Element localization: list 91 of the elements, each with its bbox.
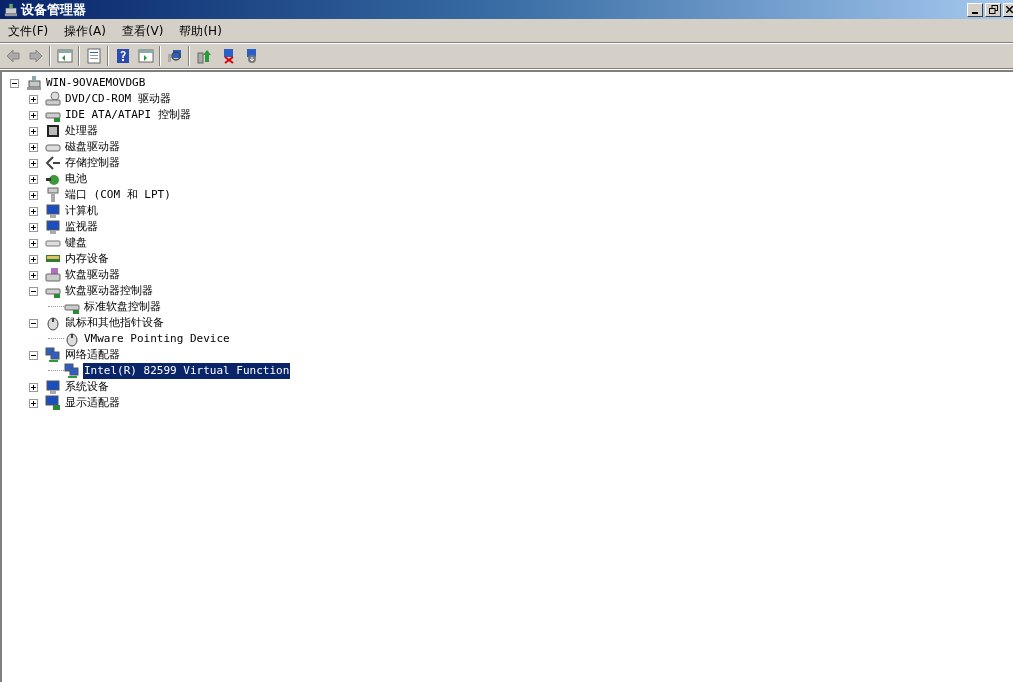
menu-item[interactable]: 帮助(H) [171, 20, 230, 41]
device-icon [45, 267, 61, 283]
properties-icon [85, 48, 102, 64]
minimize-button[interactable] [967, 2, 983, 17]
window-title: 设备管理器 [21, 0, 86, 19]
close-icon [1005, 6, 1013, 13]
tree-item[interactable]: 计算机 [64, 203, 99, 219]
expand-button[interactable] [29, 110, 38, 120]
expand-button[interactable] [29, 222, 38, 232]
tree-item[interactable]: 监视器 [64, 219, 99, 235]
plus-icon [31, 144, 36, 150]
expand-button[interactable] [29, 238, 38, 248]
forward-arrow-icon [27, 48, 44, 64]
device-icon [26, 75, 42, 91]
expand-button[interactable] [29, 126, 38, 136]
collapse-button[interactable] [10, 78, 19, 88]
monitor-icon [45, 219, 61, 235]
menu-item[interactable]: 操作(A) [56, 20, 114, 41]
expand-button[interactable] [29, 398, 38, 408]
collapse-button[interactable] [29, 318, 38, 328]
tree-item[interactable]: DVD/CD-ROM 驱动器 [64, 91, 172, 107]
expand-button[interactable] [29, 174, 38, 184]
expand-button[interactable] [29, 190, 38, 200]
expand-button[interactable] [29, 158, 38, 168]
tree-item[interactable]: 标准软盘控制器 [83, 299, 162, 315]
expand-button[interactable] [29, 382, 38, 392]
tree-item[interactable]: 软盘驱动器 [64, 267, 121, 283]
menu-item[interactable]: 查看(V) [113, 20, 172, 41]
plus-icon [31, 224, 36, 230]
expand-button[interactable] [29, 142, 38, 152]
collapse-button[interactable] [29, 286, 38, 296]
tree-item[interactable]: 鼠标和其他指针设备 [64, 315, 165, 331]
monitor-icon [45, 203, 61, 219]
device-icon [45, 155, 61, 171]
tree-item[interactable]: 处理器 [64, 123, 99, 139]
tree-item[interactable]: Intel(R) 82599 Virtual Function [83, 363, 291, 379]
minimize-icon [972, 11, 978, 14]
tree-item[interactable]: WIN-9OVAEMOVDGB [45, 75, 147, 91]
plus-icon [31, 128, 36, 134]
tree-item[interactable]: 磁盘驱动器 [64, 139, 121, 155]
tree-item[interactable]: 系统设备 [64, 379, 110, 395]
mouse-icon [45, 315, 61, 331]
expand-button[interactable] [29, 94, 38, 104]
help-icon [114, 48, 131, 64]
menu-item[interactable]: 文件(F) [0, 20, 57, 41]
tree-item[interactable]: 键盘 [64, 235, 88, 251]
restore-icon [988, 5, 998, 14]
plus-icon [31, 240, 36, 246]
plus-icon [31, 256, 36, 262]
tree-item[interactable]: VMware Pointing Device [83, 331, 231, 347]
expand-button[interactable] [29, 254, 38, 264]
plus-icon [31, 176, 36, 182]
tree-item[interactable]: 网络适配器 [64, 347, 121, 363]
network-icon [45, 347, 61, 363]
device-icon [45, 187, 61, 203]
back-arrow-icon [4, 48, 21, 64]
device-icon [45, 91, 61, 107]
minus-icon [31, 352, 36, 358]
panel-icon [56, 48, 73, 64]
plus-icon [31, 400, 36, 406]
restore-button[interactable] [985, 2, 1001, 17]
minus-icon [31, 288, 36, 294]
tree-item[interactable]: 存储控制器 [64, 155, 121, 171]
minus-icon [12, 80, 17, 86]
minus-icon [31, 320, 36, 326]
plus-icon [31, 96, 36, 102]
expand-button[interactable] [29, 270, 38, 280]
tree-item[interactable]: 内存设备 [64, 251, 110, 267]
close-button[interactable] [1003, 2, 1013, 17]
update-icon [195, 48, 212, 64]
collapse-button[interactable] [29, 350, 38, 360]
tree-item[interactable]: 电池 [64, 171, 88, 187]
chip-icon [45, 123, 61, 139]
plus-icon [31, 272, 36, 278]
plus-icon [31, 192, 36, 198]
tree-item[interactable]: 软盘驱动器控制器 [64, 283, 154, 299]
tree-item[interactable]: 端口 (COM 和 LPT) [64, 187, 172, 203]
plus-icon [31, 208, 36, 214]
expand-button[interactable] [29, 206, 38, 216]
plus-icon [31, 112, 36, 118]
plus-icon [31, 384, 36, 390]
mouse-icon [64, 331, 80, 347]
network-icon [64, 363, 80, 379]
tree-item[interactable]: IDE ATA/ATAPI 控制器 [64, 107, 192, 123]
monitor-icon [45, 395, 61, 411]
panel-icon [137, 48, 154, 64]
plus-icon [31, 160, 36, 166]
scan-icon [166, 48, 183, 64]
monitor-icon [45, 379, 61, 395]
computer-icon [4, 2, 18, 17]
tree-item[interactable]: 显示适配器 [64, 395, 121, 411]
